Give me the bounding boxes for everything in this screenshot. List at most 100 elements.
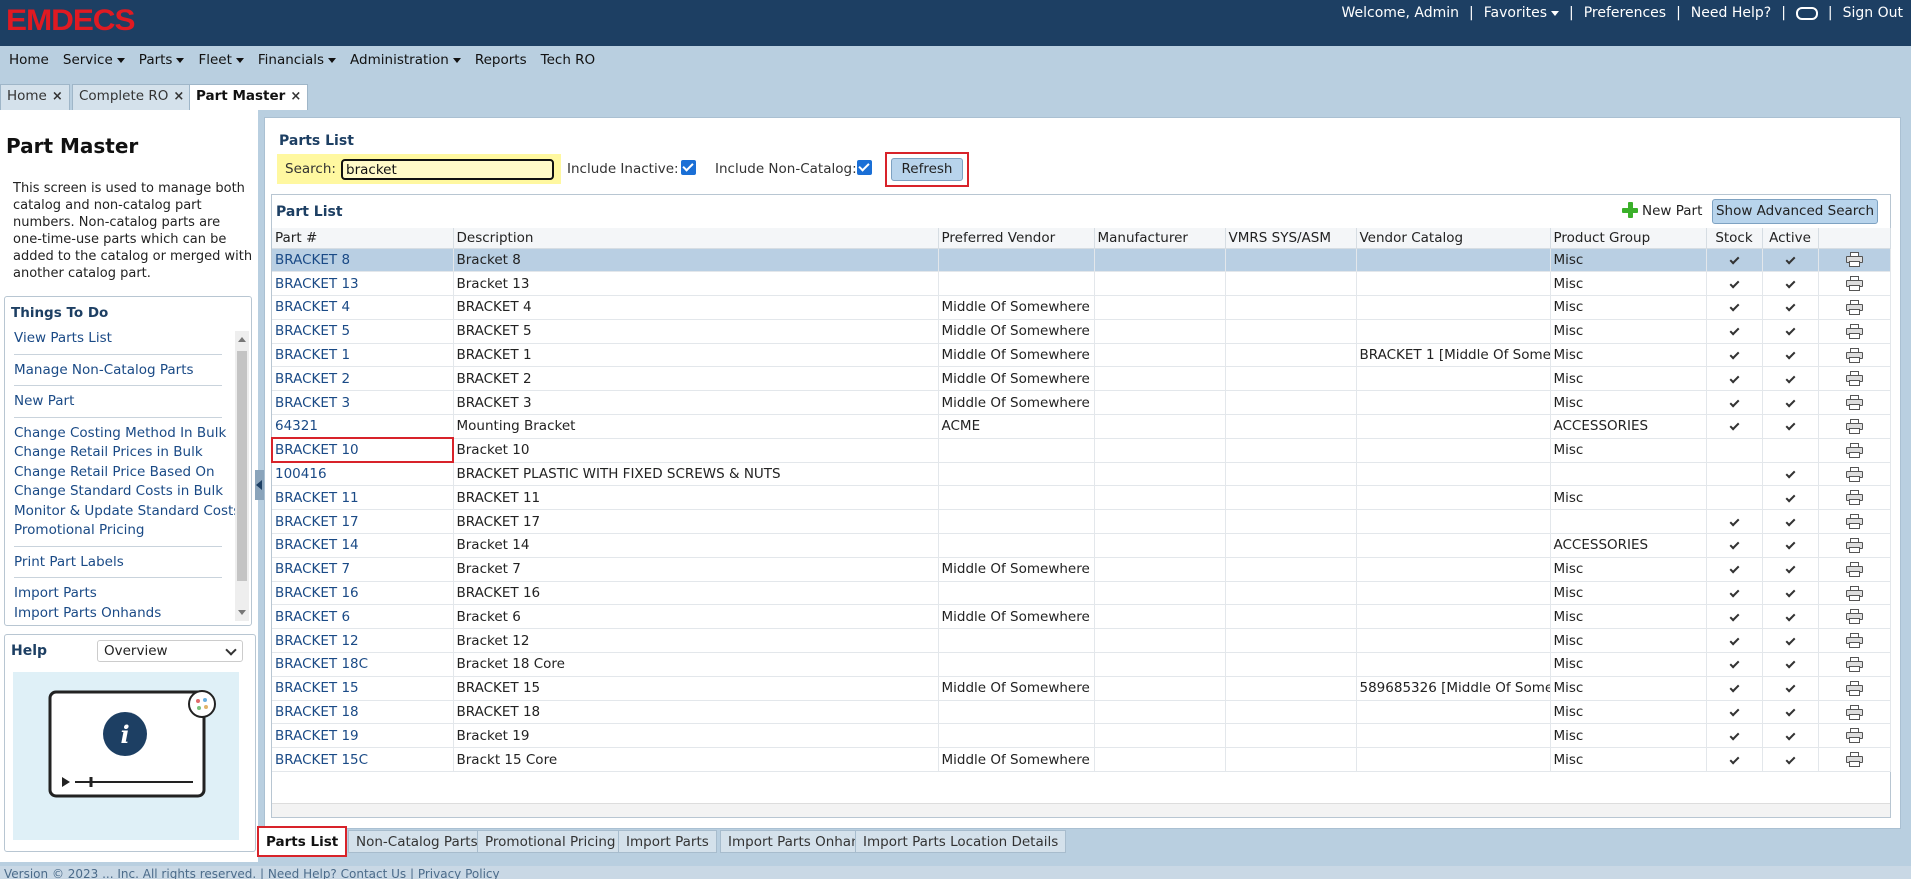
print-icon[interactable] <box>1845 752 1863 768</box>
nav-tech-ro[interactable]: Tech RO <box>541 52 596 68</box>
table-row[interactable]: BRACKET 7 Bracket 7 Middle Of Somewhere ..… <box>272 557 1891 582</box>
table-row[interactable]: BRACKET 16 BRACKET 16 Misc <box>272 581 1891 606</box>
sign-out-link[interactable]: Sign Out <box>1843 5 1903 21</box>
column-header-vendor-catalog[interactable]: Vendor Catalog <box>1356 228 1551 249</box>
part-number-link[interactable]: BRACKET 11 <box>272 485 454 511</box>
print-icon[interactable] <box>1845 276 1863 292</box>
table-row[interactable]: 100416 BRACKET PLASTIC WITH FIXED SCREWS … <box>272 462 1891 487</box>
part-number-link[interactable]: BRACKET 12 <box>272 628 454 654</box>
table-row[interactable]: BRACKET 13 Bracket 13 Misc <box>272 271 1891 297</box>
part-number-link[interactable]: BRACKET 17 <box>272 509 454 535</box>
scroll-up-icon[interactable] <box>238 337 246 342</box>
need-help-link[interactable]: Need Help? <box>1691 5 1771 21</box>
table-row[interactable]: BRACKET 19 Bracket 19 Misc <box>272 723 1891 749</box>
print-icon[interactable] <box>1845 514 1863 530</box>
column-header-description[interactable]: Description <box>453 228 939 249</box>
todo-link-view-parts-list[interactable]: View Parts List <box>14 329 222 349</box>
app-logo[interactable]: EMDECS <box>6 4 136 38</box>
part-number-link[interactable]: BRACKET 10 <box>271 437 454 464</box>
print-icon[interactable] <box>1845 371 1863 387</box>
print-icon[interactable] <box>1845 299 1863 315</box>
bottom-tab-promotional-pricing[interactable]: Promotional Pricing <box>477 830 624 853</box>
table-row[interactable]: BRACKET 11 BRACKET 11 Misc <box>272 485 1891 511</box>
print-icon[interactable] <box>1845 395 1863 411</box>
part-number-link[interactable]: BRACKET 15 <box>272 676 454 701</box>
part-number-link[interactable]: BRACKET 2 <box>272 366 454 392</box>
column-header-actions[interactable] <box>1818 228 1891 249</box>
column-header-product-group[interactable]: Product Group <box>1550 228 1707 249</box>
search-input[interactable] <box>341 159 554 180</box>
show-advanced-search-button[interactable]: Show Advanced Search <box>1712 199 1878 224</box>
part-number-link[interactable]: BRACKET 14 <box>272 533 454 558</box>
bottom-tab-import-parts-location-details[interactable]: Import Parts Location Details <box>855 830 1067 853</box>
tab-complete-ro[interactable]: Complete RO × <box>72 84 192 110</box>
part-number-link[interactable]: BRACKET 6 <box>272 604 454 630</box>
nav-reports[interactable]: Reports <box>475 52 527 68</box>
todo-link-manage-non-catalog-parts[interactable]: Manage Non-Catalog Parts <box>14 361 222 381</box>
print-icon[interactable] <box>1845 442 1863 458</box>
print-icon[interactable] <box>1845 633 1863 649</box>
tab-home[interactable]: Home × <box>0 84 70 110</box>
table-row[interactable]: BRACKET 4 BRACKET 4 Middle Of Somewhere ..… <box>272 295 1891 320</box>
print-icon[interactable] <box>1845 347 1863 363</box>
part-number-link[interactable]: BRACKET 4 <box>272 295 454 320</box>
todo-link-change-costing-method-in-bulk[interactable]: Change Costing Method In Bulk <box>14 424 226 444</box>
scroll-down-icon[interactable] <box>238 610 246 615</box>
todo-link-promotional-pricing[interactable]: Promotional Pricing <box>14 521 222 541</box>
nav-parts[interactable]: Parts <box>139 52 185 68</box>
part-number-link[interactable]: BRACKET 16 <box>272 581 454 606</box>
column-header-vmrs-sys-asm[interactable]: VMRS SYS/ASM <box>1225 228 1357 249</box>
part-number-link[interactable]: 100416 <box>272 462 454 487</box>
todo-link-import-parts-onhands[interactable]: Import Parts Onhands <box>14 604 222 624</box>
column-header-stock[interactable]: Stock <box>1706 228 1763 249</box>
print-icon[interactable] <box>1845 490 1863 506</box>
bottom-tab-parts-list[interactable]: Parts List <box>257 826 348 857</box>
refresh-button[interactable]: Refresh <box>891 158 963 181</box>
table-row[interactable]: BRACKET 1 BRACKET 1 Middle Of Somewhere ..… <box>272 343 1891 368</box>
horizontal-scrollbar[interactable] <box>272 803 1890 817</box>
part-number-link[interactable]: BRACKET 5 <box>272 319 454 344</box>
table-row[interactable]: BRACKET 3 BRACKET 3 Middle Of Somewhere ..… <box>272 390 1891 416</box>
table-row[interactable]: BRACKET 18 BRACKET 18 Misc <box>272 700 1891 725</box>
table-row[interactable]: BRACKET 12 Bracket 12 Misc <box>272 628 1891 654</box>
include-inactive-checkbox[interactable] <box>681 160 696 175</box>
new-part-button[interactable]: New Part <box>1622 202 1702 219</box>
help-topic-select[interactable]: Overview <box>97 640 243 662</box>
column-header-preferred-vendor[interactable]: Preferred Vendor <box>938 228 1095 249</box>
part-number-link[interactable]: BRACKET 7 <box>272 557 454 582</box>
print-icon[interactable] <box>1845 704 1863 720</box>
print-icon[interactable] <box>1845 466 1863 482</box>
scroll-thumb[interactable] <box>237 351 247 581</box>
collapse-panel-handle[interactable] <box>255 470 264 500</box>
todo-link-change-standard-costs-in-bulk[interactable]: Change Standard Costs in Bulk <box>14 482 223 502</box>
table-row[interactable]: BRACKET 6 Bracket 6 Middle Of Somewhere ..… <box>272 604 1891 630</box>
print-icon[interactable] <box>1845 323 1863 339</box>
favorites-menu[interactable]: Favorites <box>1484 5 1560 21</box>
chat-icon[interactable] <box>1795 6 1818 20</box>
preferences-link[interactable]: Preferences <box>1584 5 1666 21</box>
tab-part-master[interactable]: Part Master × <box>189 84 309 110</box>
table-row[interactable]: BRACKET 14 Bracket 14 ACCESSORIES <box>272 533 1891 558</box>
part-number-link[interactable]: BRACKET 15C <box>272 747 454 773</box>
print-icon[interactable] <box>1845 537 1863 553</box>
table-row[interactable]: BRACKET 18C Bracket 18 Core Misc <box>272 652 1891 677</box>
nav-service[interactable]: Service <box>63 52 125 68</box>
print-icon[interactable] <box>1845 656 1863 672</box>
close-icon[interactable]: × <box>173 89 184 104</box>
todo-link-change-retail-prices-in-bulk[interactable]: Change Retail Prices in Bulk <box>14 443 222 463</box>
todo-scrollbar[interactable] <box>235 331 249 621</box>
print-icon[interactable] <box>1845 418 1863 434</box>
todo-link-print-part-labels[interactable]: Print Part Labels <box>14 553 222 573</box>
table-row[interactable]: BRACKET 15 BRACKET 15 Middle Of Somewhere … <box>272 676 1891 701</box>
table-row[interactable]: BRACKET 17 BRACKET 17 <box>272 509 1891 535</box>
nav-financials[interactable]: Financials <box>258 52 337 68</box>
part-number-link[interactable]: 64321 <box>272 414 454 439</box>
part-number-link[interactable]: BRACKET 18 <box>272 700 454 725</box>
part-number-link[interactable]: BRACKET 1 <box>272 343 454 368</box>
bottom-tab-import-parts[interactable]: Import Parts <box>618 830 717 853</box>
table-row[interactable]: BRACKET 15C Brackt 15 Core Middle Of Somew… <box>272 747 1891 773</box>
part-number-link[interactable]: BRACKET 19 <box>272 723 454 749</box>
close-icon[interactable]: × <box>290 89 301 104</box>
nav-home[interactable]: Home <box>9 52 49 68</box>
part-number-link[interactable]: BRACKET 8 <box>272 248 454 273</box>
